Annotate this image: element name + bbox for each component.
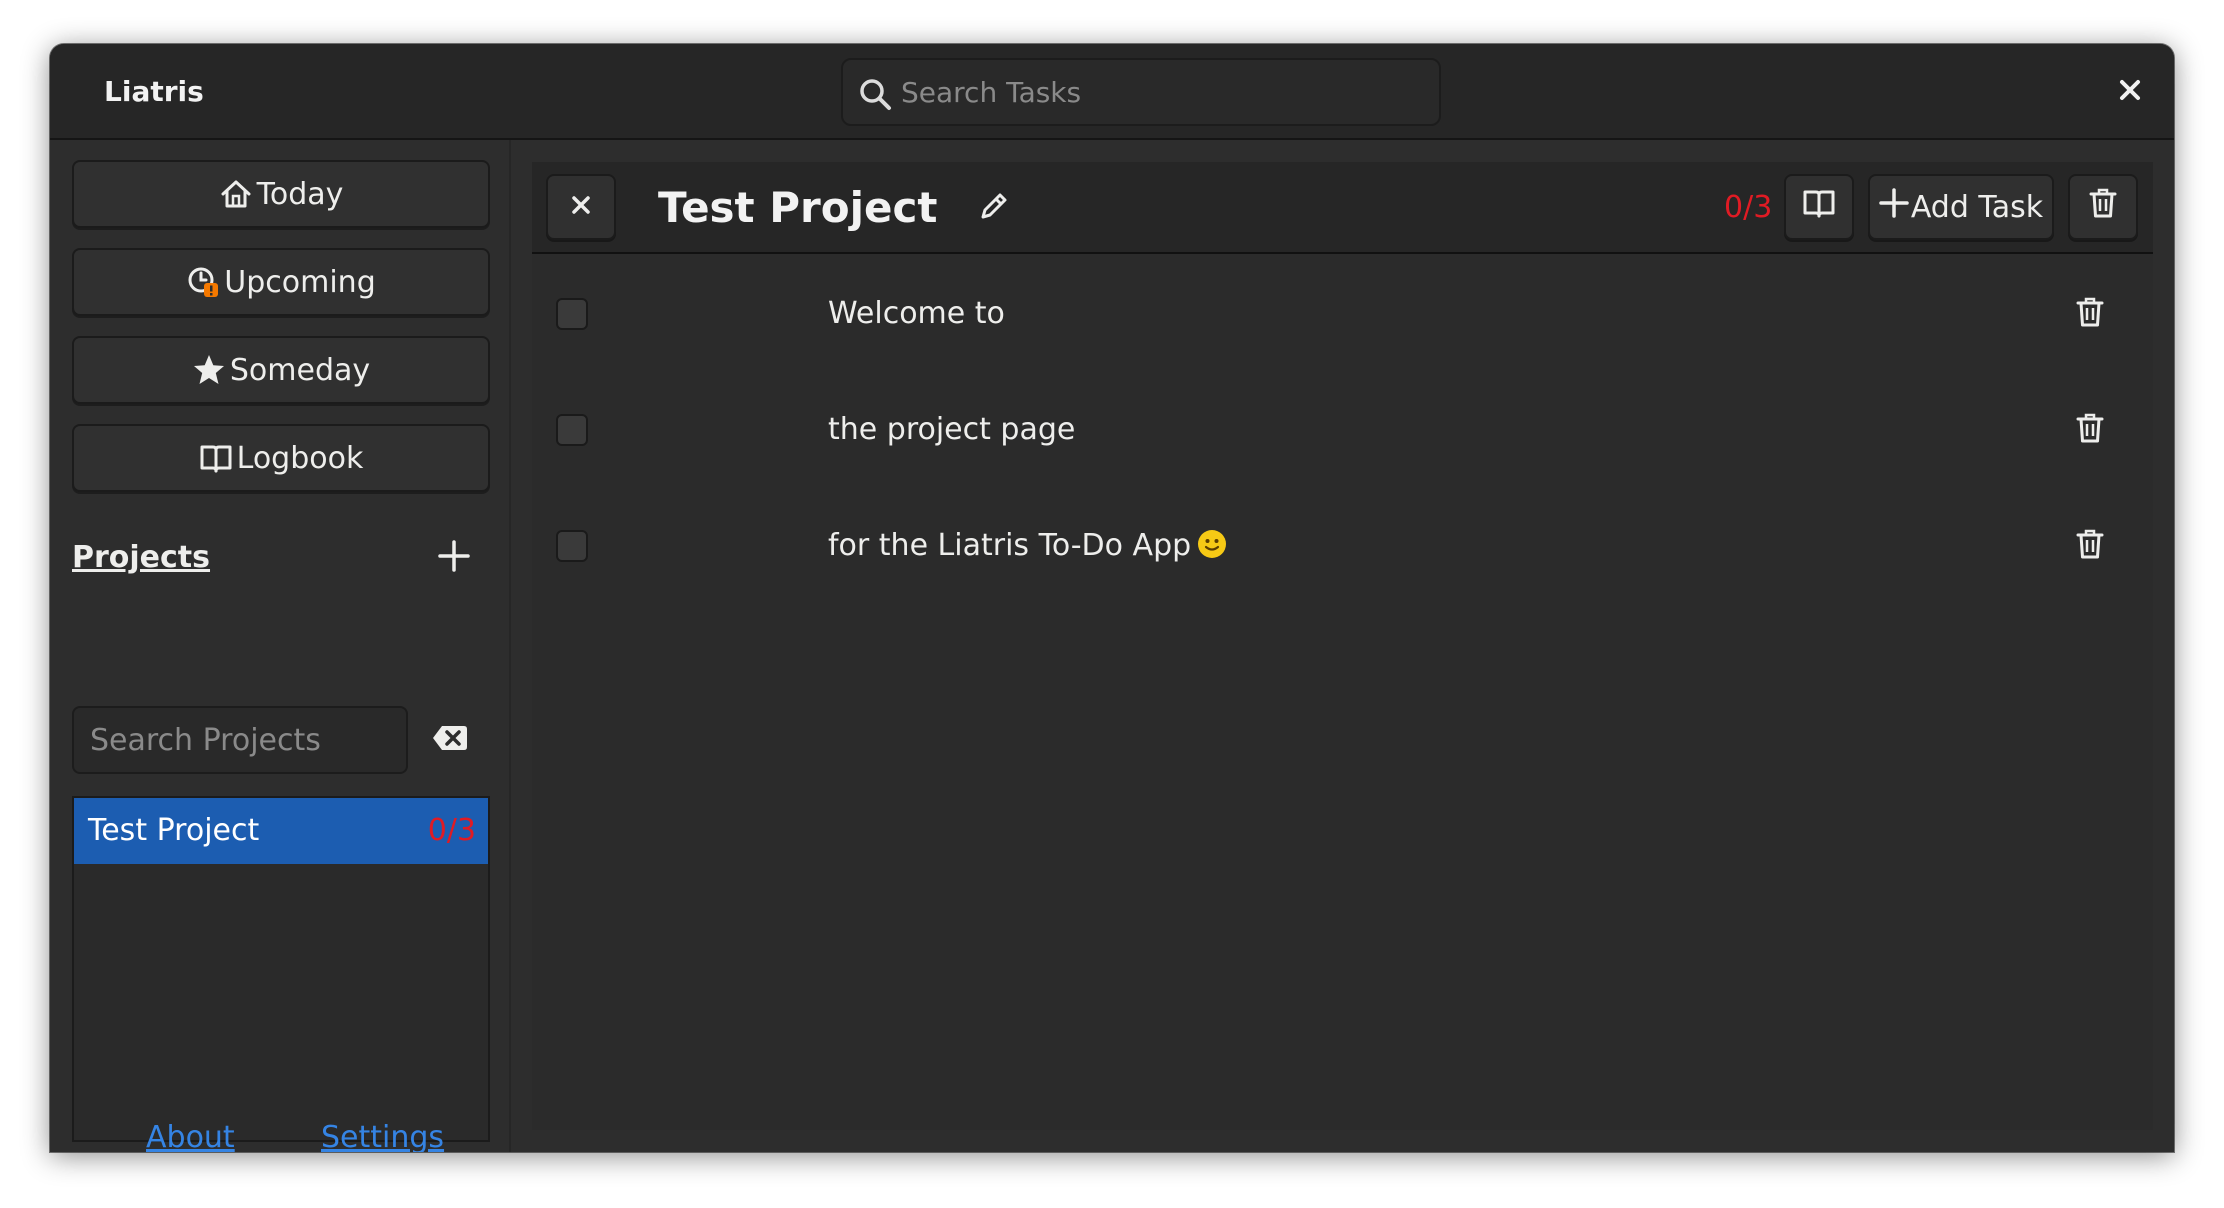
window-close-button[interactable]	[2110, 72, 2150, 112]
logbook-button[interactable]	[1784, 174, 1854, 240]
project-header: Test Project 0/3 Add Task	[532, 162, 2153, 254]
clear-project-search-button[interactable]	[430, 720, 470, 760]
plus-icon	[438, 540, 470, 576]
task-text: for the Liatris To-Do App	[828, 528, 1192, 563]
search-icon	[857, 76, 893, 112]
sidebar-item-label: Upcoming	[224, 264, 376, 300]
sidebar: Today Upcoming Someday Logbook Projects	[50, 140, 511, 1152]
add-project-button[interactable]	[432, 536, 476, 580]
add-task-label: Add Task	[1910, 189, 2044, 225]
clock-warning-icon	[186, 265, 220, 299]
trash-icon	[2075, 412, 2105, 448]
header-bar: Liatris	[50, 44, 2174, 140]
project-task-count: 0/3	[1724, 190, 1773, 225]
home-icon	[219, 177, 253, 211]
task-text[interactable]: the project page	[828, 372, 1075, 488]
pencil-icon	[978, 190, 1010, 226]
star-icon	[192, 353, 226, 387]
book-icon	[1802, 186, 1836, 228]
project-pane: Test Project 0/3 Add Task Welcome to the…	[532, 162, 2153, 1130]
task-checkbox[interactable]	[556, 530, 588, 562]
task-checkbox[interactable]	[556, 414, 588, 446]
project-name: Test Project	[88, 813, 260, 848]
app-title: Liatris	[104, 75, 204, 108]
sidebar-item-label: Today	[256, 176, 344, 212]
close-icon	[571, 195, 591, 219]
project-list-item[interactable]: Test Project 0/3	[74, 798, 488, 864]
project-title: Test Project	[658, 183, 938, 232]
close-icon	[2119, 79, 2141, 105]
app-window: Liatris Today Upcoming	[50, 44, 2174, 1152]
task-checkbox[interactable]	[556, 298, 588, 330]
task-row: Welcome to	[532, 256, 2153, 372]
sidebar-item-label: Someday	[229, 352, 371, 388]
delete-project-button[interactable]	[2068, 174, 2138, 240]
delete-task-button[interactable]	[2068, 408, 2112, 452]
project-list: Test Project 0/3	[72, 796, 490, 1142]
sidebar-item-logbook[interactable]: Logbook	[72, 424, 490, 492]
task-search-input[interactable]	[901, 60, 1421, 124]
project-task-count: 0/3	[427, 813, 476, 848]
backspace-clear-icon	[432, 724, 468, 756]
book-icon	[199, 441, 233, 475]
sidebar-item-someday[interactable]: Someday	[72, 336, 490, 404]
sidebar-item-label: Logbook	[236, 440, 364, 476]
task-search-field[interactable]	[841, 58, 1441, 126]
delete-task-button[interactable]	[2068, 292, 2112, 336]
task-row: the project page	[532, 372, 2153, 488]
about-link[interactable]: About	[146, 1120, 235, 1152]
delete-task-button[interactable]	[2068, 524, 2112, 568]
smiley-emoji-icon	[1197, 492, 1227, 558]
rename-project-button[interactable]	[974, 188, 1014, 228]
project-search-input[interactable]	[90, 708, 390, 772]
task-text-container[interactable]: for the Liatris To-Do App	[828, 488, 1227, 604]
close-project-button[interactable]	[546, 174, 616, 240]
project-search-field[interactable]	[72, 706, 408, 774]
task-row: for the Liatris To-Do App	[532, 488, 2153, 604]
trash-icon	[2075, 528, 2105, 564]
add-task-button[interactable]: Add Task	[1868, 174, 2054, 240]
plus-icon	[1879, 188, 1909, 226]
trash-icon	[2075, 296, 2105, 332]
projects-heading[interactable]: Projects	[72, 536, 210, 580]
sidebar-item-upcoming[interactable]: Upcoming	[72, 248, 490, 316]
project-content: Test Project 0/3 Add Task Welcome to the…	[532, 162, 2153, 1130]
settings-link[interactable]: Settings	[321, 1120, 444, 1152]
sidebar-item-today[interactable]: Today	[72, 160, 490, 228]
task-text[interactable]: Welcome to	[828, 256, 1005, 372]
trash-icon	[2088, 187, 2118, 227]
